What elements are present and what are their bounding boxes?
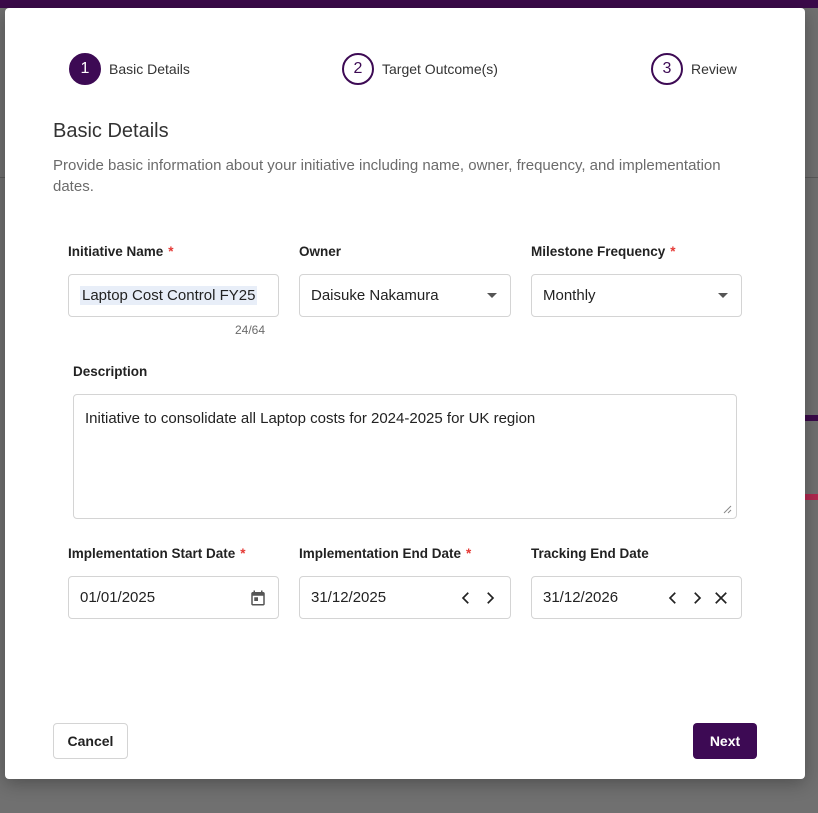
step-label: Target Outcome(s)	[382, 61, 498, 77]
create-initiative-dialog: 1 Basic Details 2 Target Outcome(s) 3 Re…	[5, 8, 805, 779]
cancel-button[interactable]: Cancel	[53, 723, 128, 759]
owner-select[interactable]: Daisuke Nakamura	[299, 274, 511, 317]
step-label: Basic Details	[109, 61, 190, 77]
chevron-right-icon[interactable]	[688, 589, 706, 607]
tracking-end-date-input[interactable]: 31/12/2026	[531, 576, 742, 619]
label-text: Tracking End Date	[531, 546, 649, 561]
label-text: Owner	[299, 244, 342, 259]
start-date-value: 01/01/2025	[80, 589, 156, 606]
start-date-actions	[249, 589, 267, 607]
required-marker: *	[240, 546, 246, 561]
step-label: Review	[691, 61, 737, 77]
required-marker: *	[670, 244, 676, 259]
owner-label: Owner	[299, 244, 341, 259]
backdrop-accent-bar	[805, 494, 818, 500]
owner-value: Daisuke Nakamura	[311, 287, 439, 304]
description-textarea[interactable]: Initiative to consolidate all Laptop cos…	[73, 394, 737, 519]
label-text: Milestone Frequency	[531, 244, 666, 259]
milestone-frequency-label: Milestone Frequency *	[531, 244, 676, 259]
backdrop-divider	[805, 177, 818, 178]
chevron-right-icon[interactable]	[481, 589, 499, 607]
step-review[interactable]: 3 Review	[651, 53, 737, 85]
end-date-input[interactable]: 31/12/2025	[299, 576, 511, 619]
initiative-name-input[interactable]: Laptop Cost Control FY25	[68, 274, 279, 317]
tracking-end-date-value: 31/12/2026	[543, 589, 619, 606]
chevron-left-icon[interactable]	[457, 589, 475, 607]
milestone-frequency-select[interactable]: Monthly	[531, 274, 742, 317]
calendar-icon[interactable]	[249, 589, 267, 607]
clear-icon[interactable]	[712, 589, 730, 607]
resize-handle-icon[interactable]	[722, 504, 732, 514]
description-value: Initiative to consolidate all Laptop cos…	[85, 410, 536, 427]
tracking-end-date-actions	[664, 589, 730, 607]
page-subtitle: Provide basic information about your ini…	[53, 157, 721, 195]
required-marker: *	[466, 546, 472, 561]
start-date-input[interactable]: 01/01/2025	[68, 576, 279, 619]
step-target-outcomes[interactable]: 2 Target Outcome(s)	[342, 53, 498, 85]
next-button[interactable]: Next	[693, 723, 757, 759]
character-counter: 24/64	[235, 323, 266, 337]
dropdown-arrow-icon	[718, 293, 728, 298]
end-date-value: 31/12/2025	[311, 589, 387, 606]
description-label: Description	[73, 364, 147, 379]
milestone-frequency-value: Monthly	[543, 287, 596, 304]
initiative-name-label: Initiative Name *	[68, 244, 174, 259]
start-date-label: Implementation Start Date *	[68, 546, 246, 561]
label-text: Initiative Name	[68, 244, 164, 259]
label-text: Description	[73, 364, 148, 379]
initiative-name-value: Laptop Cost Control FY25	[80, 286, 258, 305]
backdrop-topbar	[0, 0, 818, 8]
backdrop-accent-bar	[805, 415, 818, 421]
page-title: Basic Details	[53, 120, 169, 142]
chevron-left-icon[interactable]	[664, 589, 682, 607]
step-basic-details[interactable]: 1 Basic Details	[69, 53, 190, 85]
label-text: Implementation End Date	[299, 546, 462, 561]
label-text: Implementation Start Date	[68, 546, 236, 561]
end-date-actions	[457, 589, 499, 607]
required-marker: *	[168, 244, 174, 259]
step-number: 2	[342, 53, 374, 85]
step-number: 1	[69, 53, 101, 85]
end-date-label: Implementation End Date *	[299, 546, 471, 561]
step-number: 3	[651, 53, 683, 85]
dropdown-arrow-icon	[487, 293, 497, 298]
tracking-end-date-label: Tracking End Date	[531, 546, 649, 561]
